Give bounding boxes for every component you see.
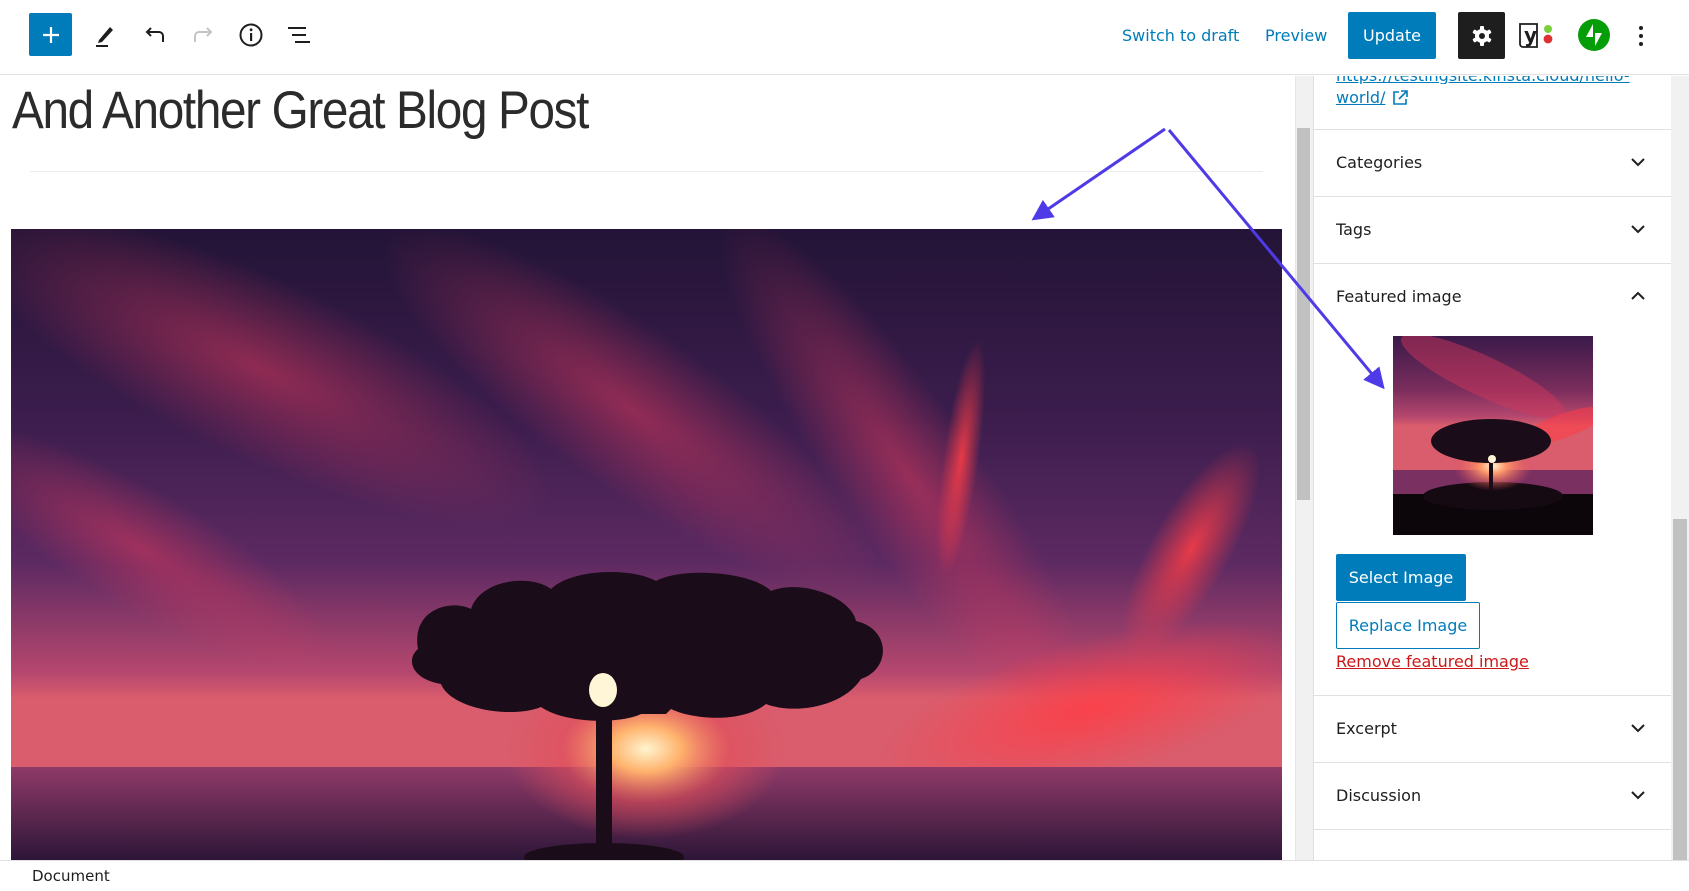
- more-options-button[interactable]: [1628, 18, 1654, 54]
- jetpack-bolt-icon: [1578, 19, 1610, 51]
- sidebar-scrollbar-thumb[interactable]: [1673, 519, 1687, 860]
- svg-text:y: y: [1524, 23, 1537, 47]
- panel-featured-image[interactable]: Featured image: [1314, 263, 1672, 329]
- panel-discussion[interactable]: Discussion: [1314, 762, 1672, 828]
- permalink-text-line1: https://testingsite.kinsta.cloud/hello-: [1336, 76, 1630, 84]
- panel-discussion-label: Discussion: [1336, 786, 1422, 805]
- image-block[interactable]: [11, 229, 1282, 860]
- select-image-button[interactable]: Select Image: [1336, 554, 1466, 601]
- breadcrumb-document[interactable]: Document: [32, 867, 110, 885]
- switch-to-draft-button[interactable]: Switch to draft: [1122, 22, 1239, 50]
- replace-image-button[interactable]: Replace Image: [1336, 602, 1480, 649]
- featured-image-thumbnail[interactable]: [1393, 336, 1593, 535]
- block-breadcrumb-bar: Document: [0, 860, 1689, 891]
- panel-tags[interactable]: Tags: [1314, 196, 1672, 262]
- external-link-icon: [1393, 90, 1409, 105]
- sunset-tree-image: [11, 229, 1282, 860]
- gear-icon: [1472, 25, 1491, 46]
- post-title[interactable]: And Another Great Blog Post: [12, 80, 589, 141]
- list-view-icon: [288, 27, 310, 43]
- preview-button[interactable]: Preview: [1265, 22, 1327, 50]
- redo-icon: [194, 27, 213, 42]
- undo-icon: [145, 27, 164, 42]
- panel-excerpt-label: Excerpt: [1336, 719, 1397, 738]
- title-separator: [30, 171, 1263, 172]
- panel-categories[interactable]: Categories: [1314, 129, 1672, 195]
- editor-scrollbar-thumb[interactable]: [1297, 128, 1310, 500]
- chevron-down-icon: [1631, 724, 1645, 733]
- chevron-down-icon: [1631, 791, 1645, 800]
- panel-featured-image-label: Featured image: [1336, 287, 1462, 306]
- editor-header: Switch to draft Preview Update y: [0, 0, 1689, 75]
- panel-tags-label: Tags: [1336, 220, 1372, 239]
- yoast-seo-button[interactable]: y: [1517, 16, 1557, 54]
- jetpack-button[interactable]: [1576, 17, 1612, 53]
- permalink-link[interactable]: https://testingsite.kinsta.cloud/hello- …: [1336, 76, 1630, 112]
- info-icon: [239, 23, 263, 47]
- list-view-button[interactable]: [280, 16, 318, 54]
- panel-categories-label: Categories: [1336, 153, 1423, 172]
- tools-button[interactable]: [86, 16, 124, 54]
- undo-button[interactable]: [136, 16, 174, 54]
- kebab-menu-icon: [1639, 26, 1643, 46]
- chevron-up-icon: [1631, 291, 1645, 300]
- redo-button[interactable]: [184, 16, 222, 54]
- add-block-button[interactable]: [29, 13, 72, 56]
- panel-divider: [1314, 829, 1672, 830]
- settings-sidebar: https://testingsite.kinsta.cloud/hello- …: [1313, 76, 1672, 860]
- remove-featured-image-link[interactable]: Remove featured image: [1336, 652, 1529, 671]
- details-button[interactable]: [232, 16, 270, 54]
- pencil-icon: [96, 27, 113, 47]
- permalink-text-line2: world/: [1336, 88, 1386, 107]
- settings-button[interactable]: [1458, 12, 1505, 59]
- yoast-icon: y: [1519, 23, 1553, 48]
- chevron-down-icon: [1631, 225, 1645, 234]
- arrow-to-hero-image: [1031, 127, 1166, 221]
- chevron-down-icon: [1631, 158, 1645, 167]
- featured-image-preview: [1393, 336, 1593, 535]
- panel-excerpt[interactable]: Excerpt: [1314, 695, 1672, 761]
- plus-icon: [42, 26, 59, 43]
- update-button[interactable]: Update: [1348, 12, 1436, 59]
